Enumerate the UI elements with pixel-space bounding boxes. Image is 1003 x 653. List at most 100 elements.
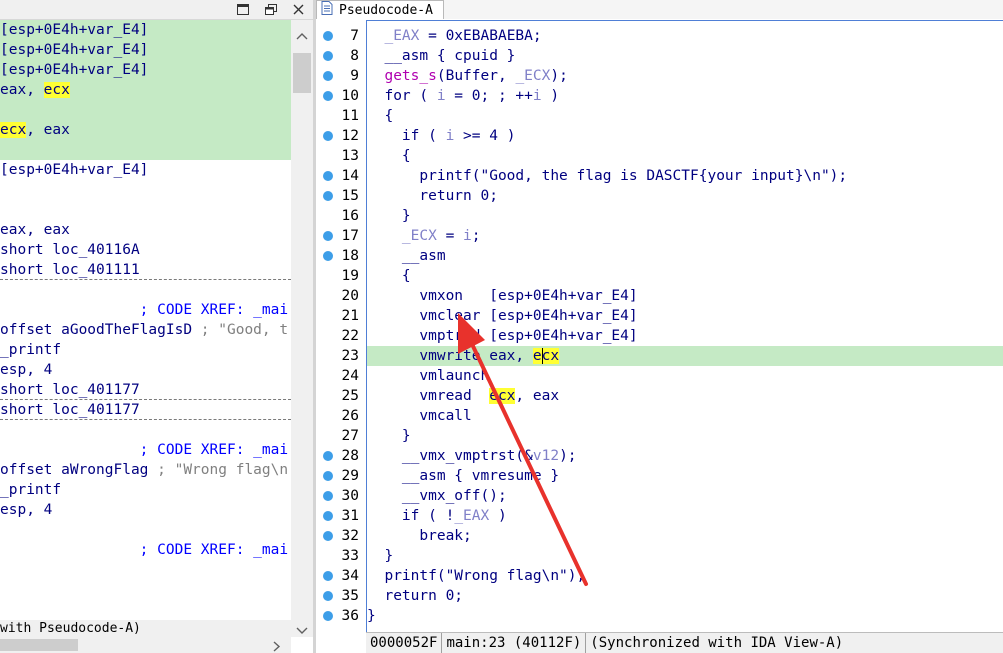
asm-line[interactable]: short loc_401177: [0, 380, 291, 400]
asm-line[interactable]: [0, 200, 291, 220]
breakpoint-dot-icon[interactable]: [323, 251, 333, 261]
gutter-row[interactable]: 23: [316, 346, 364, 366]
asm-line[interactable]: [0, 180, 291, 200]
pseudocode-editor[interactable]: _EAX = 0xEBABAEBA; __asm { cpuid } gets_…: [366, 20, 1003, 632]
asm-line[interactable]: _printf: [0, 340, 291, 360]
code-line[interactable]: return 0;: [367, 186, 1003, 206]
breakpoint-dot-icon[interactable]: [323, 531, 333, 541]
gutter-row[interactable]: 25: [316, 386, 364, 406]
line-number-gutter[interactable]: 7 8 9 10 11 12 13 14 15 16 17 18 19 20 21 22 23 24 25 26 27 2…: [316, 20, 364, 632]
vertical-scrollbar[interactable]: [291, 20, 313, 637]
gutter-row[interactable]: 17: [316, 226, 364, 246]
code-line[interactable]: printf("Wrong flag\n");: [367, 566, 1003, 586]
code-line[interactable]: printf("Good, the flag is DASCTF{your in…: [367, 166, 1003, 186]
gutter-row[interactable]: 21: [316, 306, 364, 326]
code-line[interactable]: __vmx_vmptrst(&v12);: [367, 446, 1003, 466]
code-line[interactable]: return 0;: [367, 586, 1003, 606]
gutter-row[interactable]: 35: [316, 586, 364, 606]
asm-line[interactable]: [0, 420, 291, 440]
asm-line[interactable]: short loc_40116A: [0, 240, 291, 260]
code-line[interactable]: {: [367, 266, 1003, 286]
asm-line[interactable]: [0, 100, 291, 120]
code-line[interactable]: vmclear [esp+0E4h+var_E4]: [367, 306, 1003, 326]
asm-line[interactable]: ; CODE XREF: _mai: [0, 300, 291, 320]
code-line[interactable]: __vmx_off();: [367, 486, 1003, 506]
breakpoint-dot-icon[interactable]: [323, 71, 333, 81]
close-icon[interactable]: [285, 0, 311, 19]
asm-line[interactable]: _printf: [0, 480, 291, 500]
code-line[interactable]: vmptrld [esp+0E4h+var_E4]: [367, 326, 1003, 346]
code-line[interactable]: for ( i = 0; ; ++i ): [367, 86, 1003, 106]
code-line[interactable]: }: [367, 426, 1003, 446]
asm-line[interactable]: ; CODE XREF: _mai: [0, 540, 291, 560]
restore-icon[interactable]: [258, 0, 284, 19]
gutter-row[interactable]: 12: [316, 126, 364, 146]
gutter-row[interactable]: 19: [316, 266, 364, 286]
asm-line[interactable]: eax, ecx: [0, 80, 291, 100]
breakpoint-dot-icon[interactable]: [323, 591, 333, 601]
asm-line[interactable]: short loc_401111: [0, 260, 291, 280]
asm-line[interactable]: esp, 4: [0, 500, 291, 520]
gutter-row[interactable]: 14: [316, 166, 364, 186]
gutter-row[interactable]: 33: [316, 546, 364, 566]
scroll-up-icon[interactable]: [296, 28, 308, 44]
gutter-row[interactable]: 26: [316, 406, 364, 426]
code-line[interactable]: __asm { vmresume }: [367, 466, 1003, 486]
gutter-row[interactable]: 27: [316, 426, 364, 446]
asm-line[interactable]: [esp+0E4h+var_E4]: [0, 60, 291, 80]
asm-line[interactable]: ; CODE XREF: _mai: [0, 440, 291, 460]
code-line[interactable]: _ECX = i;: [367, 226, 1003, 246]
breakpoint-dot-icon[interactable]: [323, 571, 333, 581]
gutter-row[interactable]: 10: [316, 86, 364, 106]
gutter-row[interactable]: 13: [316, 146, 364, 166]
code-line[interactable]: gets_s(Buffer, _ECX);: [367, 66, 1003, 86]
asm-line[interactable]: ecx, eax: [0, 120, 291, 140]
breakpoint-dot-icon[interactable]: [323, 131, 333, 141]
gutter-row[interactable]: 28: [316, 446, 364, 466]
scroll-down-icon[interactable]: [296, 623, 308, 639]
gutter-row[interactable]: 8: [316, 46, 364, 66]
code-line[interactable]: }: [367, 606, 1003, 626]
code-line[interactable]: _EAX = 0xEBABAEBA;: [367, 26, 1003, 46]
gutter-row[interactable]: 9: [316, 66, 364, 86]
breakpoint-dot-icon[interactable]: [323, 511, 333, 521]
gutter-row[interactable]: 24: [316, 366, 364, 386]
asm-line[interactable]: esp, 4: [0, 360, 291, 380]
tab-pseudocode-a[interactable]: Pseudocode-A: [316, 0, 444, 19]
gutter-row[interactable]: 36: [316, 606, 364, 626]
code-line[interactable]: }: [367, 206, 1003, 226]
breakpoint-dot-icon[interactable]: [323, 191, 333, 201]
gutter-row[interactable]: 7: [316, 26, 364, 46]
code-line[interactable]: vmlaunch: [367, 366, 1003, 386]
gutter-row[interactable]: 32: [316, 526, 364, 546]
breakpoint-dot-icon[interactable]: [323, 451, 333, 461]
breakpoint-dot-icon[interactable]: [323, 471, 333, 481]
breakpoint-dot-icon[interactable]: [323, 91, 333, 101]
code-line[interactable]: vmwrite eax, ecx: [367, 346, 1003, 366]
scrollbar-thumb[interactable]: [293, 53, 311, 93]
breakpoint-dot-icon[interactable]: [323, 31, 333, 41]
code-line[interactable]: vmxon [esp+0E4h+var_E4]: [367, 286, 1003, 306]
gutter-row[interactable]: 30: [316, 486, 364, 506]
hscroll-thumb[interactable]: [0, 639, 78, 651]
code-line[interactable]: if ( !_EAX ): [367, 506, 1003, 526]
code-line[interactable]: vmread ecx, eax: [367, 386, 1003, 406]
horizontal-scrollbar[interactable]: [0, 637, 291, 653]
gutter-row[interactable]: 15: [316, 186, 364, 206]
code-line[interactable]: {: [367, 146, 1003, 166]
scroll-right-icon[interactable]: [273, 640, 281, 653]
maximize-icon[interactable]: [230, 0, 256, 19]
asm-line[interactable]: short loc_401177: [0, 400, 291, 420]
gutter-row[interactable]: 20: [316, 286, 364, 306]
code-line[interactable]: }: [367, 546, 1003, 566]
gutter-row[interactable]: 11: [316, 106, 364, 126]
asm-line[interactable]: [0, 280, 291, 300]
asm-line[interactable]: eax, eax: [0, 220, 291, 240]
asm-line[interactable]: offset aGoodTheFlagIsD ; "Good, t: [0, 320, 291, 340]
gutter-row[interactable]: 22: [316, 326, 364, 346]
asm-line[interactable]: [esp+0E4h+var_E4]: [0, 20, 291, 40]
code-line[interactable]: __asm: [367, 246, 1003, 266]
gutter-row[interactable]: 18: [316, 246, 364, 266]
gutter-row[interactable]: 16: [316, 206, 364, 226]
breakpoint-dot-icon[interactable]: [323, 231, 333, 241]
